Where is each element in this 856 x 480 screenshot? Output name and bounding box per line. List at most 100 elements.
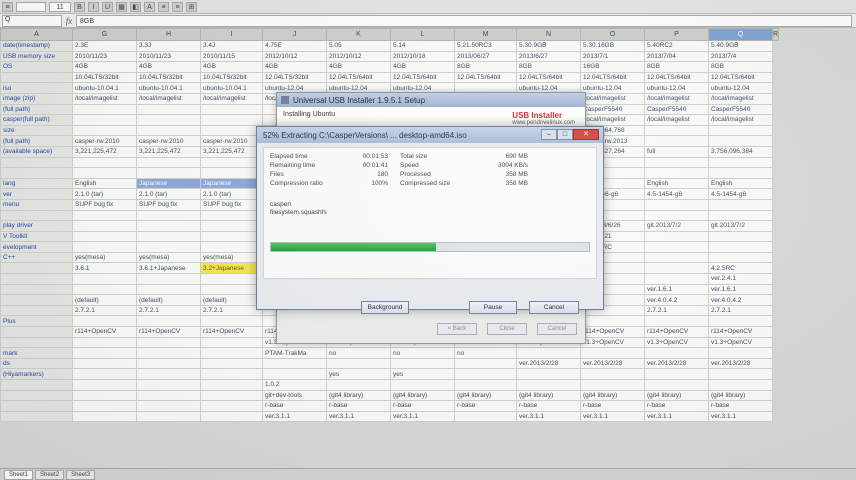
cell[interactable] — [136, 357, 201, 370]
cell[interactable] — [72, 357, 137, 370]
cell[interactable]: r-base — [390, 400, 455, 412]
column-header-g[interactable]: G — [72, 28, 137, 41]
cell[interactable] — [200, 410, 263, 423]
cell[interactable]: 4.2.5RC — [708, 262, 773, 275]
cell[interactable]: (default) — [136, 294, 201, 306]
column-header-p[interactable]: P — [644, 28, 709, 41]
cell[interactable]: 2.7.2.1 — [644, 304, 709, 317]
cell[interactable]: ubuntu-10.04.1 — [72, 82, 137, 94]
cell[interactable]: ver.3.1.1 — [708, 410, 773, 423]
cell[interactable]: r114+OpenCV — [200, 326, 263, 338]
column-header-i[interactable]: I — [200, 28, 263, 41]
cell[interactable]: (default) — [72, 294, 137, 306]
row-label-cell[interactable] — [0, 326, 73, 338]
cell[interactable]: ver.4.0.4.2 — [708, 294, 773, 306]
cell[interactable]: yes — [390, 368, 455, 380]
cell[interactable] — [200, 114, 263, 126]
bold-icon[interactable]: B — [74, 1, 85, 12]
font-size-box[interactable]: 11 — [49, 1, 71, 12]
cell[interactable]: v1.3+OpenCV — [644, 336, 709, 349]
row-label-cell[interactable]: OS — [0, 61, 73, 73]
row-label-cell[interactable] — [0, 304, 73, 317]
row-label-cell[interactable]: (available space) — [0, 145, 73, 158]
cell[interactable]: r114+OpenCV — [136, 326, 201, 338]
column-header-r[interactable]: R — [771, 28, 780, 41]
cell[interactable] — [326, 379, 391, 391]
cell[interactable]: r-base — [516, 400, 581, 412]
cell[interactable]: (git4 library) — [516, 389, 581, 402]
cell[interactable]: /local/imagelist — [708, 92, 773, 105]
cell[interactable] — [580, 368, 645, 380]
row-label-cell[interactable] — [0, 156, 73, 169]
back-button[interactable]: < Back — [437, 323, 477, 335]
cell[interactable]: 10.04LTS/32bit — [72, 71, 137, 84]
cell[interactable]: 5.30.9GB — [516, 40, 581, 52]
cell[interactable]: 4.75E — [262, 40, 327, 52]
cell[interactable]: 8GB — [708, 61, 773, 73]
cell[interactable]: casper-rw.2010 — [136, 135, 201, 147]
italic-icon[interactable]: I — [88, 1, 99, 12]
cell[interactable] — [708, 198, 773, 211]
cell[interactable]: 2.7.2.1 — [72, 304, 137, 317]
cell[interactable] — [580, 315, 645, 328]
cell[interactable] — [136, 209, 201, 222]
font-name-box[interactable] — [16, 1, 46, 12]
row-label-cell[interactable] — [0, 400, 73, 412]
row-label-cell[interactable]: evelopment — [0, 241, 73, 253]
cell[interactable] — [136, 410, 201, 423]
row-label-cell[interactable]: date(timestamp) — [0, 40, 73, 52]
row-label-cell[interactable]: play driver — [0, 220, 73, 232]
cell[interactable] — [136, 167, 201, 179]
cell[interactable] — [136, 230, 201, 243]
sheet-tab[interactable]: Sheet1 — [4, 469, 34, 480]
cell[interactable]: 4.5-1454-g6 — [644, 188, 709, 200]
cell[interactable] — [454, 379, 517, 391]
sheet-tab[interactable]: Sheet2 — [35, 469, 65, 480]
cell[interactable] — [708, 230, 773, 243]
cell[interactable] — [644, 368, 709, 380]
cell[interactable]: (git4 library) — [580, 389, 645, 402]
cell[interactable]: 4GB — [262, 61, 327, 73]
row-label-cell[interactable]: lang — [0, 177, 73, 190]
cell[interactable]: ver.1.6.1 — [708, 283, 773, 296]
cell[interactable]: SUPF bug fix — [200, 198, 263, 211]
installer-cancel-button[interactable]: Cancel — [537, 323, 577, 335]
cell[interactable] — [454, 357, 517, 370]
minimize-icon[interactable]: – — [541, 129, 557, 140]
cell[interactable] — [200, 273, 263, 285]
cell[interactable] — [136, 379, 201, 391]
cell[interactable]: yes — [326, 368, 391, 380]
cell[interactable]: ubuntu-10.04.1 — [136, 82, 201, 94]
cell[interactable] — [200, 103, 263, 116]
cell[interactable] — [262, 357, 327, 370]
cell[interactable]: full — [644, 145, 709, 158]
underline-icon[interactable]: U — [102, 1, 113, 12]
cell[interactable]: 3.4J — [200, 40, 263, 52]
row-label-cell[interactable]: Plus — [0, 315, 73, 328]
cell[interactable] — [72, 315, 137, 328]
cell[interactable] — [326, 357, 391, 370]
cell[interactable] — [200, 167, 263, 179]
cell[interactable]: 12.04LTS/64bit — [580, 71, 645, 84]
cell[interactable]: ubuntu-12.04 — [644, 82, 709, 94]
cell[interactable]: ver.2013/2/28 — [708, 357, 773, 370]
close-icon[interactable]: ✕ — [573, 129, 599, 140]
cell[interactable] — [580, 379, 645, 391]
column-header-j[interactable]: J — [262, 28, 327, 41]
cancel-button[interactable]: Cancel — [529, 301, 579, 314]
cell[interactable] — [644, 347, 709, 359]
cell[interactable]: ver.3.1.1 — [326, 410, 391, 423]
cell[interactable] — [644, 251, 709, 264]
cell[interactable] — [136, 315, 201, 328]
cell[interactable] — [644, 198, 709, 211]
fx-icon[interactable]: fx — [62, 16, 76, 26]
cell[interactable] — [708, 124, 773, 137]
cell[interactable]: 5.14 — [390, 40, 455, 52]
cell[interactable]: 2010/11/23 — [72, 50, 137, 63]
cell[interactable] — [72, 167, 137, 179]
cell[interactable] — [644, 135, 709, 147]
cell[interactable]: Japanese — [200, 177, 263, 190]
cell[interactable]: 2013/6/27 — [516, 50, 581, 63]
cell[interactable] — [72, 103, 137, 116]
cell[interactable]: /local/imagelist — [644, 92, 709, 105]
